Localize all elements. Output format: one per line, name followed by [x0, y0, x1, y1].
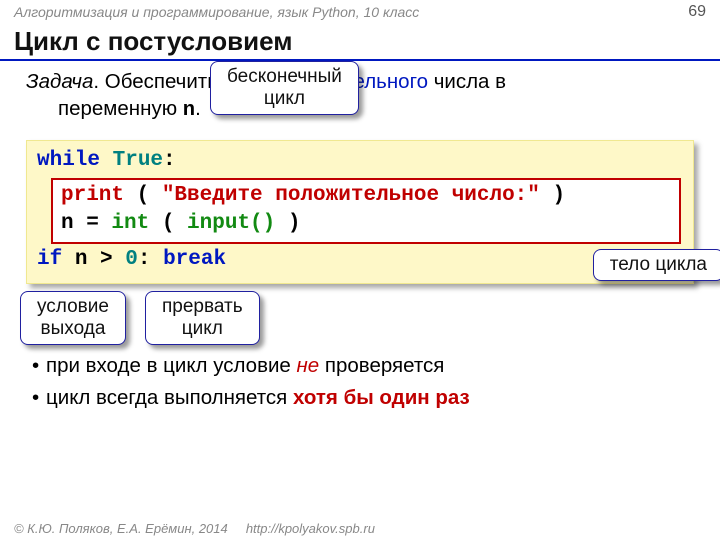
- code-line-1: while True:: [37, 147, 683, 175]
- page-number: 69: [688, 3, 706, 21]
- callout-infinite-loop: бесконечный цикл: [210, 61, 359, 115]
- course-label: Алгоритмизация и программирование, язык …: [14, 4, 419, 20]
- task-var: n: [183, 99, 195, 122]
- code-line-2: print ( "Введите положительное число:" ): [61, 182, 671, 210]
- page-title: Цикл с постусловием: [0, 24, 720, 61]
- bullet-2: цикл всегда выполняется хотя бы один раз: [32, 386, 694, 410]
- task-statement: Задача. Обеспечить ввод положительного ч…: [26, 69, 694, 124]
- callout-break: прервать цикл: [145, 291, 260, 345]
- callout-loop-body: тело цикла: [593, 249, 720, 281]
- code-line-4: if n > 0: break: [37, 246, 683, 274]
- code-loop-body: print ( "Введите положительное число:" )…: [51, 178, 681, 245]
- code-line-3: n = int ( input() ): [61, 210, 671, 238]
- footer: © К.Ю. Поляков, Е.А. Ерёмин, 2014 http:/…: [14, 521, 375, 536]
- task-label: Задача: [26, 70, 93, 93]
- bullet-list: при входе в цикл условие не проверяется …: [26, 354, 694, 410]
- bullet-1: при входе в цикл условие не проверяется: [32, 354, 694, 378]
- callout-exit-condition: условие выхода: [20, 291, 126, 345]
- content-area: Задача. Обеспечить ввод положительного ч…: [0, 69, 720, 410]
- header-bar: Алгоритмизация и программирование, язык …: [0, 0, 720, 24]
- footer-copyright: © К.Ю. Поляков, Е.А. Ерёмин, 2014: [14, 521, 228, 536]
- footer-url: http://kpolyakov.spb.ru: [246, 521, 375, 536]
